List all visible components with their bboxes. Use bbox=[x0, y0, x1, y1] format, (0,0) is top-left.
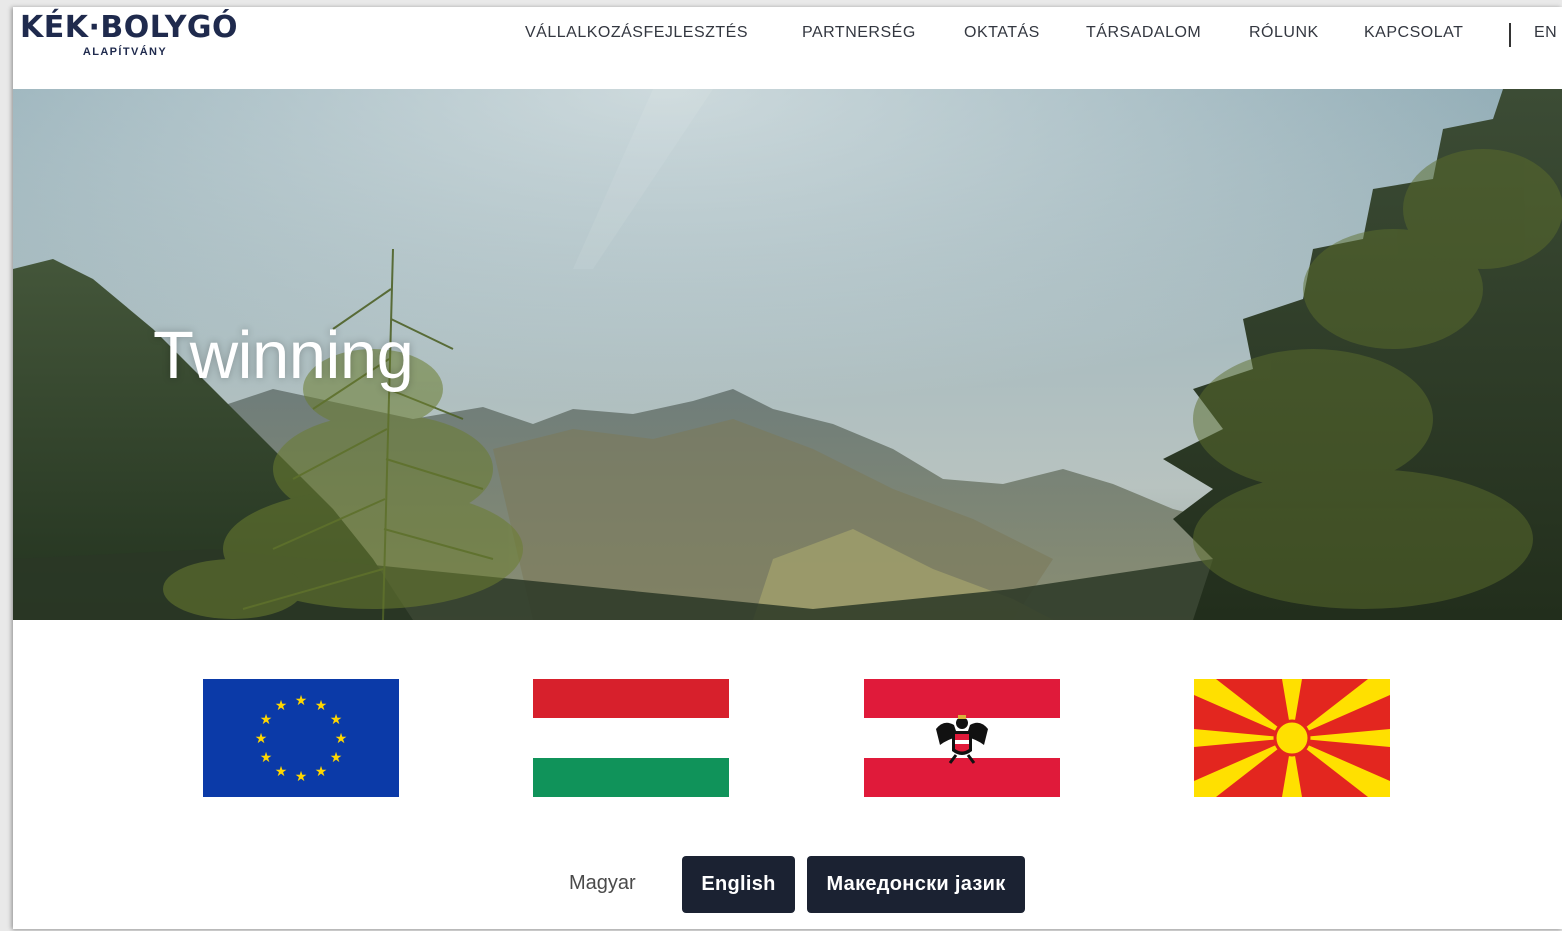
nav-item-vallalkozasfejlesztes[interactable]: VÁLLALKOZÁSFEJLESZTÉS bbox=[525, 24, 748, 42]
language-switch[interactable]: EN bbox=[1534, 24, 1557, 42]
site-logo[interactable]: KÉK·BOLYGÓ ALAPÍTVÁNY bbox=[20, 10, 239, 66]
svg-text:★: ★ bbox=[295, 693, 308, 709]
hero-banner: Twinning bbox=[13, 89, 1562, 620]
site-header: KÉK·BOLYGÓ ALAPÍTVÁNY VÁLLALKOZÁSFEJLESZ… bbox=[13, 7, 1562, 89]
eu-flag-icon: ★ ★ ★ ★ ★ ★ ★ ★ ★ ★ ★ ★ bbox=[203, 679, 399, 797]
svg-text:★: ★ bbox=[260, 712, 273, 728]
lang-button-macedonian[interactable]: Македонски јазик bbox=[807, 856, 1025, 913]
svg-text:★: ★ bbox=[260, 750, 273, 766]
svg-text:★: ★ bbox=[295, 769, 308, 785]
nav-item-partnerseg[interactable]: PARTNERSÉG bbox=[802, 24, 916, 42]
nav-item-rolunk[interactable]: RÓLUNK bbox=[1249, 24, 1319, 42]
svg-text:★: ★ bbox=[255, 731, 268, 747]
svg-text:★: ★ bbox=[275, 764, 288, 780]
svg-text:★: ★ bbox=[335, 731, 348, 747]
austria-flag-icon bbox=[864, 679, 1060, 797]
svg-text:★: ★ bbox=[330, 712, 343, 728]
svg-text:★: ★ bbox=[330, 750, 343, 766]
logo-subtitle: ALAPÍTVÁNY bbox=[82, 46, 168, 58]
browser-page: KÉK·BOLYGÓ ALAPÍTVÁNY VÁLLALKOZÁSFEJLESZ… bbox=[13, 7, 1562, 929]
nav-item-tarsadalom[interactable]: TÁRSADALOM bbox=[1086, 24, 1201, 42]
logo-name: KÉK·BOLYGÓ bbox=[20, 10, 239, 45]
svg-text:★: ★ bbox=[315, 764, 328, 780]
hungary-flag-icon bbox=[533, 679, 729, 797]
north-macedonia-flag-icon bbox=[1194, 679, 1390, 797]
lang-option-magyar[interactable]: Magyar bbox=[569, 872, 636, 895]
nav-item-kapcsolat[interactable]: KAPCSOLAT bbox=[1364, 24, 1463, 42]
lang-button-english[interactable]: English bbox=[682, 856, 795, 913]
svg-text:★: ★ bbox=[275, 698, 288, 714]
nav-divider bbox=[1509, 23, 1511, 47]
nav-item-oktatas[interactable]: OKTATÁS bbox=[964, 24, 1040, 42]
svg-text:★: ★ bbox=[315, 698, 328, 714]
page-title: Twinning bbox=[153, 318, 414, 393]
